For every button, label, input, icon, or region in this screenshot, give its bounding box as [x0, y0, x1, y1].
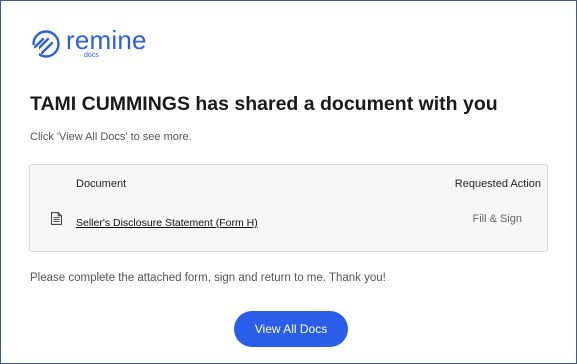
email-frame: remine docs TAMI CUMMINGS has shared a d… [0, 0, 577, 364]
column-header-requested-action: Requested Action [454, 178, 541, 190]
share-headline: TAMI CUMMINGS has shared a document with… [30, 93, 498, 115]
view-all-docs-button[interactable]: View All Docs [234, 311, 348, 347]
closing-message: Please complete the attached form, sign … [30, 272, 386, 284]
document-table: Document Requested Action Seller's Discl… [29, 164, 548, 252]
brand-subname: docs [84, 52, 99, 59]
document-icon [51, 212, 62, 225]
remine-logo-icon [31, 30, 60, 59]
requested-action-value: Fill & Sign [472, 213, 522, 225]
column-header-document: Document [76, 178, 127, 190]
brand-name: remine [66, 25, 147, 55]
remine-logo: remine docs [31, 27, 147, 59]
document-link[interactable]: Seller's Disclosure Statement (Form H) [76, 217, 258, 229]
view-all-hint: Click 'View All Docs' to see more. [30, 131, 192, 143]
